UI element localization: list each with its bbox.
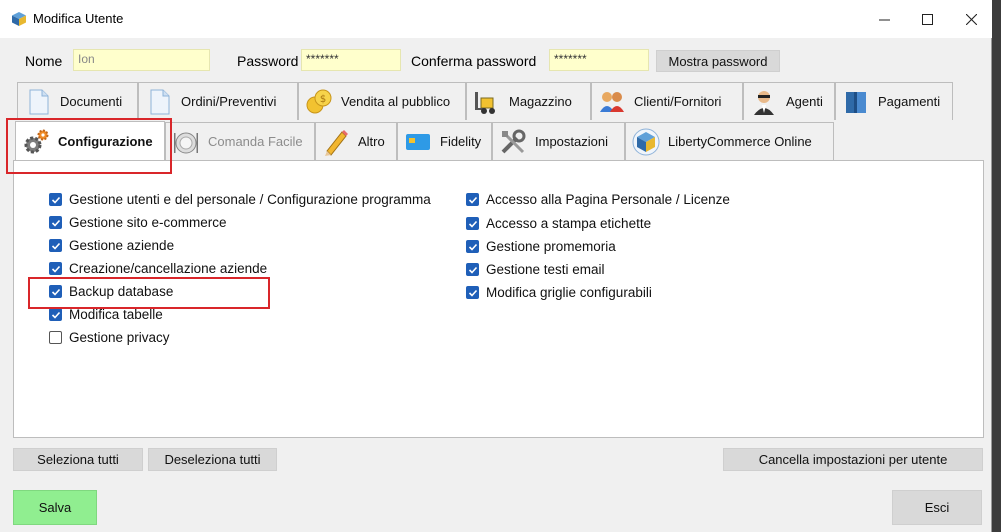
checkbox-gestione-aziende[interactable]: Gestione aziende <box>49 238 174 253</box>
tab-clienti-fornitori[interactable]: Clienti/Fornitori <box>591 82 743 120</box>
app-cube-icon <box>12 12 26 26</box>
nome-label: Nome <box>25 53 63 69</box>
maximize-icon[interactable] <box>907 8 947 30</box>
checkbox-modifica-tabelle[interactable]: Modifica tabelle <box>49 307 163 322</box>
checkbox-unchecked[interactable] <box>49 331 62 344</box>
tools-icon <box>501 129 526 153</box>
background-edge <box>992 0 1001 532</box>
tab-label: Agenti <box>786 94 823 109</box>
tab-label: Pagamenti <box>878 94 941 109</box>
tab-label: LibertyCommerce Online <box>668 134 812 149</box>
checkbox-checked[interactable] <box>466 240 479 253</box>
tab-magazzino[interactable]: Magazzino <box>466 82 591 120</box>
checkbox-label: Accesso alla Pagina Personale / Licenze <box>486 192 730 207</box>
checkbox-label: Gestione testi email <box>486 262 605 277</box>
checkbox-label: Modifica tabelle <box>69 307 163 322</box>
tab-label: Ordini/Preventivi <box>181 94 277 109</box>
checkbox-label: Gestione aziende <box>69 238 175 253</box>
tab-ordini-preventivi[interactable]: Ordini/Preventivi <box>138 82 298 120</box>
tab-label: Configurazione <box>58 134 153 149</box>
salva-button[interactable]: Salva <box>13 490 97 525</box>
esci-button[interactable]: Esci <box>892 490 982 525</box>
tab-pagamenti[interactable]: Pagamenti <box>835 82 953 120</box>
password-field[interactable]: ******* <box>301 49 401 71</box>
seleziona-tutti-button[interactable]: Seleziona tutti <box>13 448 143 471</box>
checkbox-label: Gestione promemoria <box>486 239 616 254</box>
checkbox-gestione-privacy[interactable]: Gestione privacy <box>49 330 170 345</box>
gear-icon <box>24 129 49 153</box>
checkbox-label: Accesso a stampa etichette <box>486 216 652 231</box>
pencil-icon <box>325 129 348 156</box>
checkbox-label: Creazione/cancellazione aziende <box>69 261 268 276</box>
checkbox-checked[interactable] <box>49 308 62 321</box>
checkbox-modifica-griglie[interactable]: Modifica griglie configurabili <box>466 285 652 300</box>
checkbox-gestione-sito[interactable]: Gestione sito e-commerce <box>49 215 227 230</box>
checkbox-checked[interactable] <box>466 193 479 206</box>
agent-icon <box>754 90 774 115</box>
tab-vendita-al-pubblico[interactable]: $ Vendita al pubblico <box>298 82 466 120</box>
tab-label: Vendita al pubblico <box>341 94 451 109</box>
cancella-impostazioni-button[interactable]: Cancella impostazioni per utente <box>723 448 983 471</box>
conferma-password-field[interactable]: ******* <box>549 49 649 71</box>
checkbox-accesso-pagina-personale[interactable]: Accesso alla Pagina Personale / Licenze <box>466 192 730 207</box>
conferma-password-label: Conferma password <box>411 53 537 69</box>
document-icon <box>29 89 49 114</box>
modifica-utente-window: Modifica Utente Nome Ion Password ******… <box>0 0 992 532</box>
checkbox-checked[interactable] <box>49 262 62 275</box>
tab-comanda-facile[interactable]: Comanda Facile <box>165 122 315 160</box>
tab-impostazioni[interactable]: Impostazioni <box>492 122 625 160</box>
tab-label: Clienti/Fornitori <box>634 94 722 109</box>
tab-agenti[interactable]: Agenti <box>743 82 835 120</box>
close-icon[interactable] <box>951 8 991 30</box>
tab-label: Magazzino <box>509 94 572 109</box>
checkbox-backup-database[interactable]: Backup database <box>49 284 173 299</box>
checkbox-checked[interactable] <box>466 286 479 299</box>
checkbox-checked[interactable] <box>49 193 62 206</box>
checkbox-gestione-testi-email[interactable]: Gestione testi email <box>466 262 605 277</box>
checkbox-checked[interactable] <box>49 239 62 252</box>
forklift-icon <box>475 91 495 114</box>
svg-text:$: $ <box>320 94 326 105</box>
tab-documenti[interactable]: Documenti <box>17 82 138 120</box>
cube-icon <box>632 128 660 155</box>
tab-label: Fidelity <box>440 134 482 149</box>
binder-icon <box>846 91 866 113</box>
checkbox-gestione-promemoria[interactable]: Gestione promemoria <box>466 239 616 254</box>
plate-icon <box>174 132 198 153</box>
checkbox-label: Gestione privacy <box>69 330 170 345</box>
people-icon <box>600 91 624 112</box>
tab-label: Comanda Facile <box>208 134 303 149</box>
coins-icon: $ <box>306 89 332 113</box>
nome-field[interactable]: Ion <box>73 49 210 71</box>
checkbox-label: Gestione utenti e del personale / Config… <box>69 192 431 207</box>
title-bar: Modifica Utente <box>0 0 992 38</box>
tab-label: Altro <box>358 134 385 149</box>
card-icon <box>406 133 430 150</box>
minimize-icon[interactable] <box>864 8 904 30</box>
checkbox-gestione-utenti[interactable]: Gestione utenti e del personale / Config… <box>49 192 431 207</box>
deseleziona-tutti-button[interactable]: Deseleziona tutti <box>148 448 277 471</box>
checkbox-accesso-stampa-etichette[interactable]: Accesso a stampa etichette <box>466 216 651 231</box>
configurazione-panel: Gestione utenti e del personale / Config… <box>13 160 984 438</box>
mostra-password-button[interactable]: Mostra password <box>656 50 780 72</box>
tab-fidelity[interactable]: Fidelity <box>397 122 492 160</box>
tab-configurazione[interactable]: Configurazione <box>15 121 165 161</box>
checkbox-checked[interactable] <box>466 217 479 230</box>
document-icon <box>150 89 170 114</box>
window-title: Modifica Utente <box>33 11 124 26</box>
checkbox-checked[interactable] <box>49 285 62 298</box>
checkbox-checked[interactable] <box>466 263 479 276</box>
checkbox-label: Modifica griglie configurabili <box>486 285 652 300</box>
checkbox-label: Gestione sito e-commerce <box>69 215 227 230</box>
checkbox-label: Backup database <box>69 284 174 299</box>
password-label: Password <box>237 53 299 69</box>
tab-label: Impostazioni <box>535 134 608 149</box>
tab-altro[interactable]: Altro <box>315 122 397 160</box>
tab-label: Documenti <box>60 94 123 109</box>
tab-libertycommerce-online[interactable]: LibertyCommerce Online <box>625 122 834 160</box>
checkbox-creazione-aziende[interactable]: Creazione/cancellazione aziende <box>49 261 267 276</box>
checkbox-checked[interactable] <box>49 216 62 229</box>
